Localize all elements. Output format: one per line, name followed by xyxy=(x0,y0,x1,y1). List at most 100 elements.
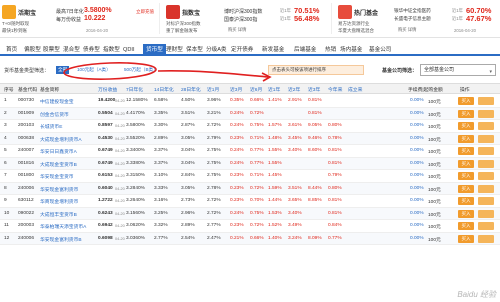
table-row[interactable]: 1 000730 中信建投现金宝 19.4200 12.1580% 6.58% 4.50% 3… xyxy=(0,95,500,108)
buy-button[interactable]: 买入 xyxy=(458,122,474,130)
column-header-7[interactable]: 近1月 xyxy=(207,86,219,93)
promo-zhishubao[interactable]: 指数宝 对标沪深300指数 重了解金融发布 博时沪深300指数 国泰沪深300指… xyxy=(164,3,332,34)
table-row[interactable]: 10 090022 大成恒丰宝货币B 0.6243 3.1560% 3.25% 2.96% 2… xyxy=(0,207,500,220)
fixed-invest-button[interactable] xyxy=(478,159,494,168)
tab-16[interactable]: 基金公司 xyxy=(366,44,394,56)
cell-code[interactable]: 001816 xyxy=(18,161,34,166)
buy-button[interactable]: 买入 xyxy=(458,97,474,105)
tab-15[interactable]: 场内基金 xyxy=(337,44,365,56)
promo-remen-actions[interactable]: 购买 详情 xyxy=(398,27,416,33)
fixed-invest-button[interactable] xyxy=(478,134,494,143)
recharge-button[interactable]: 立即充值 xyxy=(136,9,154,15)
column-header-13[interactable]: 今年来 xyxy=(328,86,342,93)
fixed-invest-button[interactable] xyxy=(478,147,494,155)
cell-no: 8 xyxy=(4,185,7,191)
column-header-14[interactable]: 成立来 xyxy=(348,86,362,93)
tab-10[interactable]: 分级A类 xyxy=(203,44,230,56)
buy-button[interactable]: 买入 xyxy=(458,197,474,205)
cell-code[interactable]: 200003 xyxy=(18,223,34,228)
column-header-6[interactable]: 28日年化 xyxy=(181,86,201,93)
buy-button[interactable]: 买入 xyxy=(458,159,474,168)
table-row[interactable]: 6 001816 大成现金宝货币B 0.6749 3.3380% 3.37% 3.04% 2.… xyxy=(0,157,500,170)
fixed-invest-button[interactable] xyxy=(478,222,494,230)
promo-remen[interactable]: 热门基金 易方达资源行业 华夏大盘精选混合 银华中证全指医药 长盛电子信息主题 … xyxy=(336,3,500,34)
cell-ytd: 0.81% xyxy=(328,160,342,166)
cell-code[interactable]: 240006 xyxy=(18,236,34,241)
table-row[interactable]: 11 200003 华泰柏瑞天添宝货币A 0.6942 3.0620% 3.32% 2.89… xyxy=(0,220,500,233)
buy-button[interactable]: 买入 xyxy=(458,209,474,218)
table-row[interactable]: 12 240006 华安现金富利货币B 0.6098 3.0360% 2.77% 2.54%… xyxy=(0,232,500,245)
tab-6[interactable]: QDII xyxy=(120,44,138,56)
cell-name[interactable]: 大成恒丰宝货币B xyxy=(40,211,77,218)
cell-y1: 1.53% xyxy=(268,210,282,216)
column-header-4[interactable]: 7日年化 xyxy=(126,86,143,93)
company-select[interactable]: 全部基金公司 ▾ xyxy=(420,64,496,76)
filter-chip-class-a[interactable]: 100元起（A类） xyxy=(75,66,113,74)
cell-name[interactable]: 华安现金富利货币B xyxy=(40,236,82,243)
table-row[interactable]: 3 200103 长城货币E 0.8597 3.5800% 3.30% 2.87% 2.72%… xyxy=(0,120,500,133)
fixed-invest-button[interactable] xyxy=(478,234,494,243)
cell-name[interactable]: 大成现金增利货币A xyxy=(40,136,82,143)
cell-code[interactable]: 001909 xyxy=(18,111,34,116)
cell-fee: 0.00% xyxy=(410,160,424,166)
cell-name[interactable]: 创金合信货币 xyxy=(40,111,69,118)
table-row[interactable]: 5 240007 华安日日鑫货币A 0.6749 3.3400% 3.37% 3.04% 2.… xyxy=(0,145,500,158)
fixed-invest-button[interactable] xyxy=(478,184,494,193)
cell-code[interactable]: 000638 xyxy=(18,136,34,141)
cell-name[interactable]: 中信建投现金宝 xyxy=(40,98,74,105)
cell-name[interactable]: 大成现金宝货币B xyxy=(40,161,77,168)
buy-button[interactable]: 买入 xyxy=(458,172,474,180)
promo-huoqibao[interactable]: 活期宝 T+0/随时取现 最快1秒到账 最高7日年化 3.5800% 每万份收益… xyxy=(0,3,160,34)
cell-code[interactable]: 090022 xyxy=(18,211,34,216)
cell-name[interactable]: 华商现金增利货币 xyxy=(40,198,78,205)
tab-11[interactable]: 定开债券 xyxy=(228,44,256,56)
cell-name[interactable]: 华安日日鑫货币A xyxy=(40,148,77,155)
promo-zhishubao-actions[interactable]: 购买 详情 xyxy=(228,27,246,33)
cell-m3: 0.24% xyxy=(230,210,244,216)
buy-button[interactable]: 买入 xyxy=(458,109,474,118)
cell-code[interactable]: 630112 xyxy=(18,198,34,203)
table-row[interactable]: 8 240006 华安现金富利货币 0.6040 3.2840% 3.33% 3.05% 2.… xyxy=(0,182,500,195)
column-header-12[interactable]: 近3年 xyxy=(308,86,320,93)
filter-chip-class-b[interactable]: 500万起（B类） xyxy=(122,66,160,74)
table-row[interactable]: 7 001800 华安现金宝货币 0.6153 3.3150% 3.10% 2.84% 2.7… xyxy=(0,170,500,183)
cell-code[interactable]: 001800 xyxy=(18,173,34,178)
fixed-invest-button[interactable] xyxy=(478,122,494,130)
cell-name[interactable]: 华泰柏瑞天添宝货币A xyxy=(40,223,86,230)
column-header-3[interactable]: 万份收益 xyxy=(98,86,117,93)
column-header-8[interactable]: 近3月 xyxy=(230,86,242,93)
cell-fee: 0.00% xyxy=(410,198,424,203)
fixed-invest-button[interactable] xyxy=(478,109,494,118)
cell-name[interactable]: 华安现金富利货币 xyxy=(40,186,78,193)
cell-d28: 3.04% xyxy=(181,160,195,166)
fixed-invest-button[interactable] xyxy=(478,209,494,218)
buy-button[interactable]: 买入 xyxy=(458,147,474,155)
promo-title: 活期宝 xyxy=(18,11,37,17)
fixed-invest-button[interactable] xyxy=(478,172,494,180)
tab-12[interactable]: 新发基金 xyxy=(259,44,287,56)
table-row[interactable]: 2 001909 创金合信货币 0.5504 4.4170% 3.35% 3.51% 3.21… xyxy=(0,107,500,120)
cell-code[interactable]: 240006 xyxy=(18,186,34,191)
column-header-10[interactable]: 近1年 xyxy=(268,86,280,93)
tab-13[interactable]: 后端基金 xyxy=(291,44,319,56)
cell-y1: 1.40% xyxy=(268,235,282,241)
cell-code[interactable]: 240007 xyxy=(18,148,34,153)
buy-button[interactable]: 买入 xyxy=(458,134,474,143)
column-header-9[interactable]: 近6月 xyxy=(250,86,262,93)
column-header-11[interactable]: 近2年 xyxy=(288,86,300,93)
column-header-5[interactable]: 14日年化 xyxy=(154,86,174,93)
filter-chip-all[interactable]: 全部 xyxy=(56,66,70,74)
buy-button[interactable]: 买入 xyxy=(458,184,474,193)
cell-fee: 0.00% xyxy=(410,110,424,116)
tab-0[interactable]: 首页 xyxy=(3,44,20,56)
buy-button[interactable]: 买入 xyxy=(458,234,474,243)
fixed-invest-button[interactable] xyxy=(478,197,494,205)
cell-code[interactable]: 000730 xyxy=(18,98,34,103)
table-row[interactable]: 4 000638 大成现金增利货币A 0.4530 3.5520% 2.89% 3.05% 2… xyxy=(0,132,500,145)
cell-name[interactable]: 华安现金宝货币 xyxy=(40,173,74,180)
buy-button[interactable]: 买入 xyxy=(458,222,474,230)
fixed-invest-button[interactable] xyxy=(478,97,494,105)
cell-name[interactable]: 长城货币E xyxy=(40,123,62,130)
table-row[interactable]: 9 630112 华商现金增利货币 1.2722 3.2640% 3.16% 2.73% 2.… xyxy=(0,195,500,208)
cell-code[interactable]: 200103 xyxy=(18,123,34,128)
